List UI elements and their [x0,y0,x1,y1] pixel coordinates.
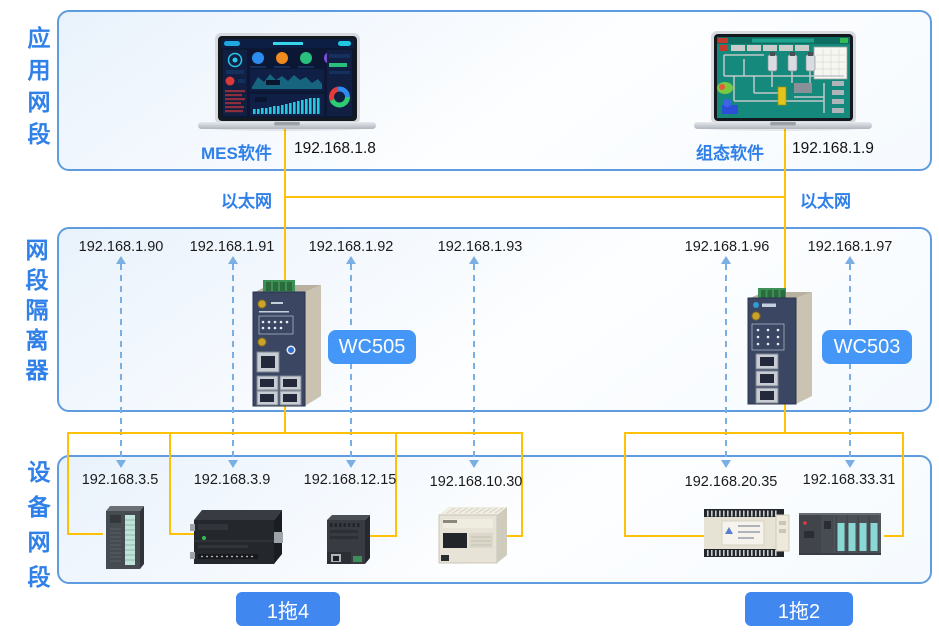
plc-ip-6: 192.168.33.31 [803,472,896,488]
arrow-up-icon [228,256,238,264]
ip-mapping-arrow-5 [720,256,732,470]
arrow-down-icon [116,460,126,468]
ip-mapping-arrow-2 [227,256,239,470]
wc503-wan-ip-1: 192.168.1.96 [685,239,770,255]
network-topology-diagram: 应用网段 网段隔离器 设备网段 [0,0,939,634]
scada-ip: 192.168.1.9 [792,140,874,158]
arrow-down-icon [469,460,479,468]
bus-line-left-horizontal [67,432,523,434]
ethernet-line-mes-drop [284,126,286,284]
section-label-device: 设备网段 [20,460,54,600]
wc505-gateway-icon [247,280,327,408]
ethernet-label-left: 以太网 [221,187,272,212]
arrow-up-icon [721,256,731,264]
arrow-down-icon [228,460,238,468]
arrow-up-icon [116,256,126,264]
bus-line-wc505-down [284,406,286,434]
scada-software-label: 组态软件 [696,139,764,164]
delta-dvp-plc-icon [702,507,792,561]
bus-drop-5 [624,432,626,537]
siemens-s7-1200-plc-icon [323,512,373,568]
mitsubishi-q-plc-icon [797,509,885,561]
bus-drop-2 [169,432,171,535]
mes-ip: 192.168.1.8 [294,140,376,158]
plc-ip-3: 192.168.12.15 [304,472,397,488]
section-label-isolator: 网段隔离器 [18,238,52,388]
bus-stub-5 [624,535,704,537]
plc-ip-2: 192.168.3.9 [194,472,271,488]
ethernet-line-horizontal [284,196,786,198]
one-to-four-button: 1拖4 [236,592,340,626]
wc505-wan-ip-4: 192.168.1.93 [438,239,523,255]
plc-ip-4: 192.168.10.30 [430,474,523,490]
section-label-application: 应用网段 [20,26,54,154]
arrow-down-icon [721,460,731,468]
bus-drop-6 [902,432,904,537]
bus-line-wc503-down [784,404,786,434]
plc-ip-5: 192.168.20.35 [685,474,778,490]
mes-dashboard-laptop-icon [198,33,376,131]
siemens-s7-300-plc-icon [100,503,148,573]
wc505-wan-ip-3: 192.168.1.92 [309,239,394,255]
ethernet-line-scada-drop [784,126,786,289]
wc503-badge: WC503 [822,330,912,364]
ip-mapping-arrow-4 [468,256,480,470]
siemens-s7-200-plc-icon [190,504,284,572]
mitsubishi-fx-plc-icon [435,503,511,573]
wc503-gateway-icon [744,288,818,406]
bus-stub-6 [884,535,904,537]
arrow-up-icon [469,256,479,264]
wc505-wan-ip-1: 192.168.1.90 [79,239,164,255]
arrow-up-icon [346,256,356,264]
arrow-down-icon [346,460,356,468]
ethernet-label-right: 以太网 [800,187,851,212]
arrow-up-icon [845,256,855,264]
arrow-down-icon [845,460,855,468]
plc-ip-1: 192.168.3.5 [82,472,159,488]
bus-drop-1 [67,432,69,535]
one-to-two-button: 1拖2 [745,592,853,626]
bus-line-right-horizontal [624,432,904,434]
wc505-wan-ip-2: 192.168.1.91 [190,239,275,255]
scada-hmi-laptop-icon [694,31,872,131]
wc505-badge: WC505 [328,330,416,364]
mes-software-label: MES软件 [201,139,272,164]
wc503-wan-ip-2: 192.168.1.97 [808,239,893,255]
ip-mapping-arrow-1 [115,256,127,470]
bus-stub-1 [67,533,103,535]
